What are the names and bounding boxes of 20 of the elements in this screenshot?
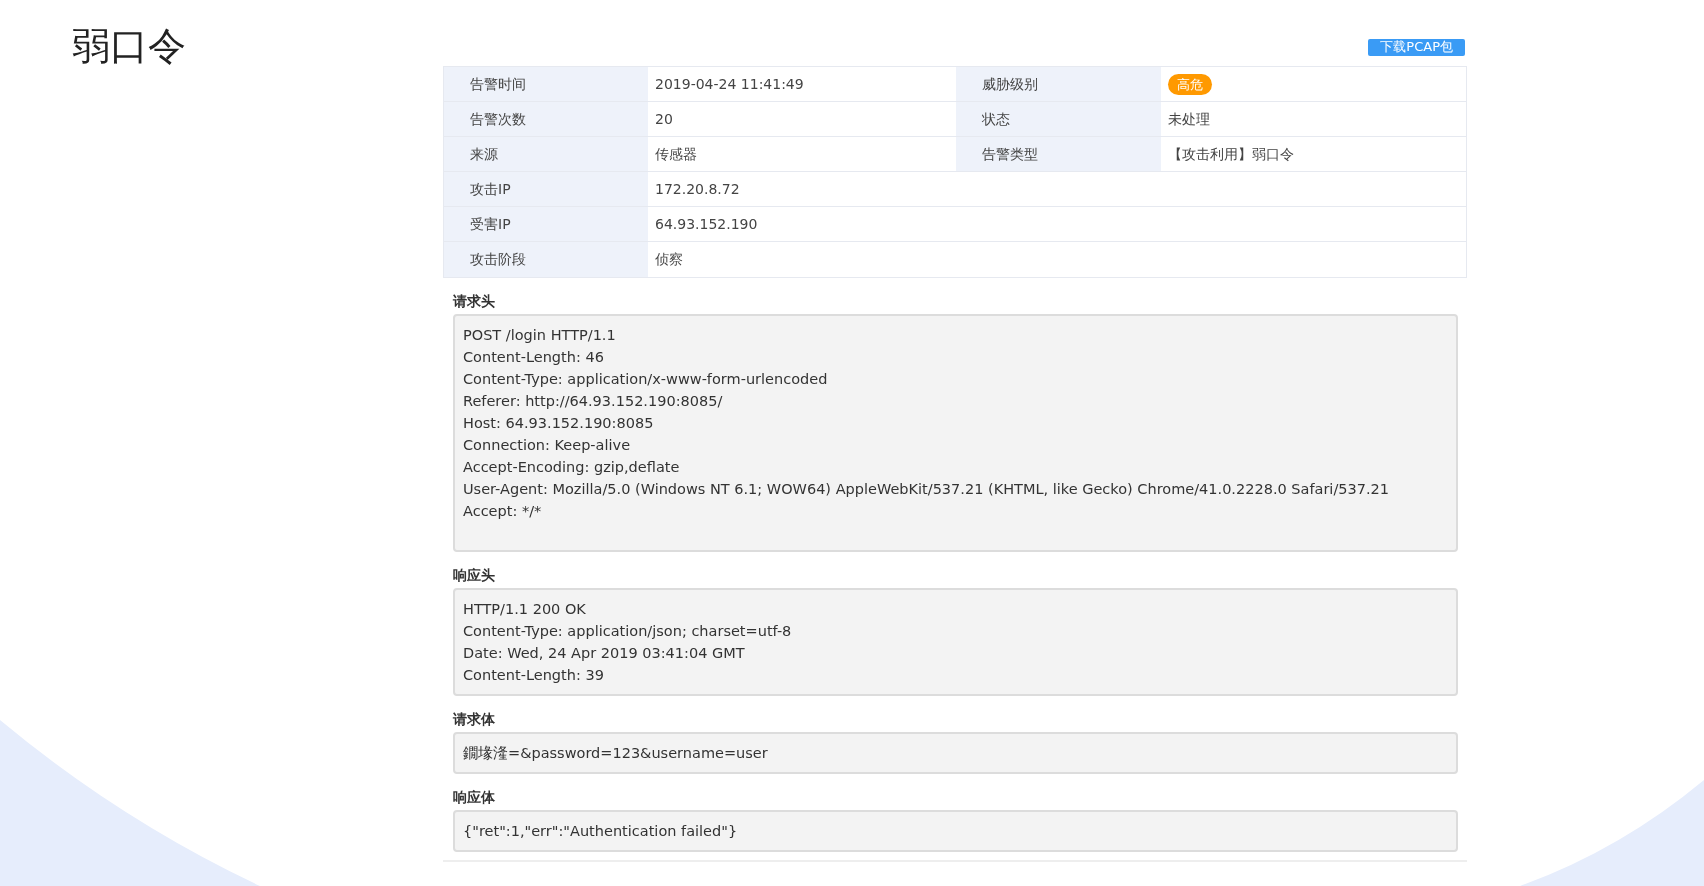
code-box: 鐗堟湰=&password=123&username=user	[453, 732, 1458, 774]
severity-badge: 高危	[1168, 73, 1212, 95]
download-button[interactable]: 下载PCAP包	[1368, 39, 1465, 56]
field-label: 威胁级别	[956, 67, 1161, 101]
slide-title: 弱口令	[72, 23, 186, 70]
code-box: POST /login HTTP/1.1 Content-Length: 46 Content-Type: application/x-www-form-urlencoded Referer: http://64.93.152.190:8085/ Host: 64.93.152.190:8085 Connection: Keep-alive Accept-Encoding: gzip,deflate User-Agent: Mozilla/5.0 (Windows NT 6.1; WOW64) AppleWebKit/537.21 (KHTML, like Gecko) Chrome/41.0.2228.0 Safari/537.21 Accept: */*	[453, 314, 1458, 552]
field-label: 告警时间	[444, 67, 648, 101]
section-heading: 响应体	[453, 788, 496, 806]
field-label: 攻击IP	[444, 172, 648, 206]
code-box: HTTP/1.1 200 OK Content-Type: application/json; charset=utf-8 Date: Wed, 24 Apr 2019 03:41:04 GMT Content-Length: 39	[453, 588, 1458, 696]
field-label: 告警次数	[444, 102, 648, 136]
field-label: 状态	[956, 102, 1161, 136]
field-label: 受害IP	[444, 207, 648, 241]
field-label: 告警类型	[956, 137, 1161, 171]
section-heading: 请求体	[453, 710, 496, 728]
field-label: 来源	[444, 137, 648, 171]
section-heading: 响应头	[453, 566, 496, 584]
code-box: {"ret":1,"err":"Authentication failed"}	[453, 810, 1458, 852]
section-heading: 请求头	[453, 292, 496, 310]
field-label: 攻击阶段	[444, 242, 648, 277]
